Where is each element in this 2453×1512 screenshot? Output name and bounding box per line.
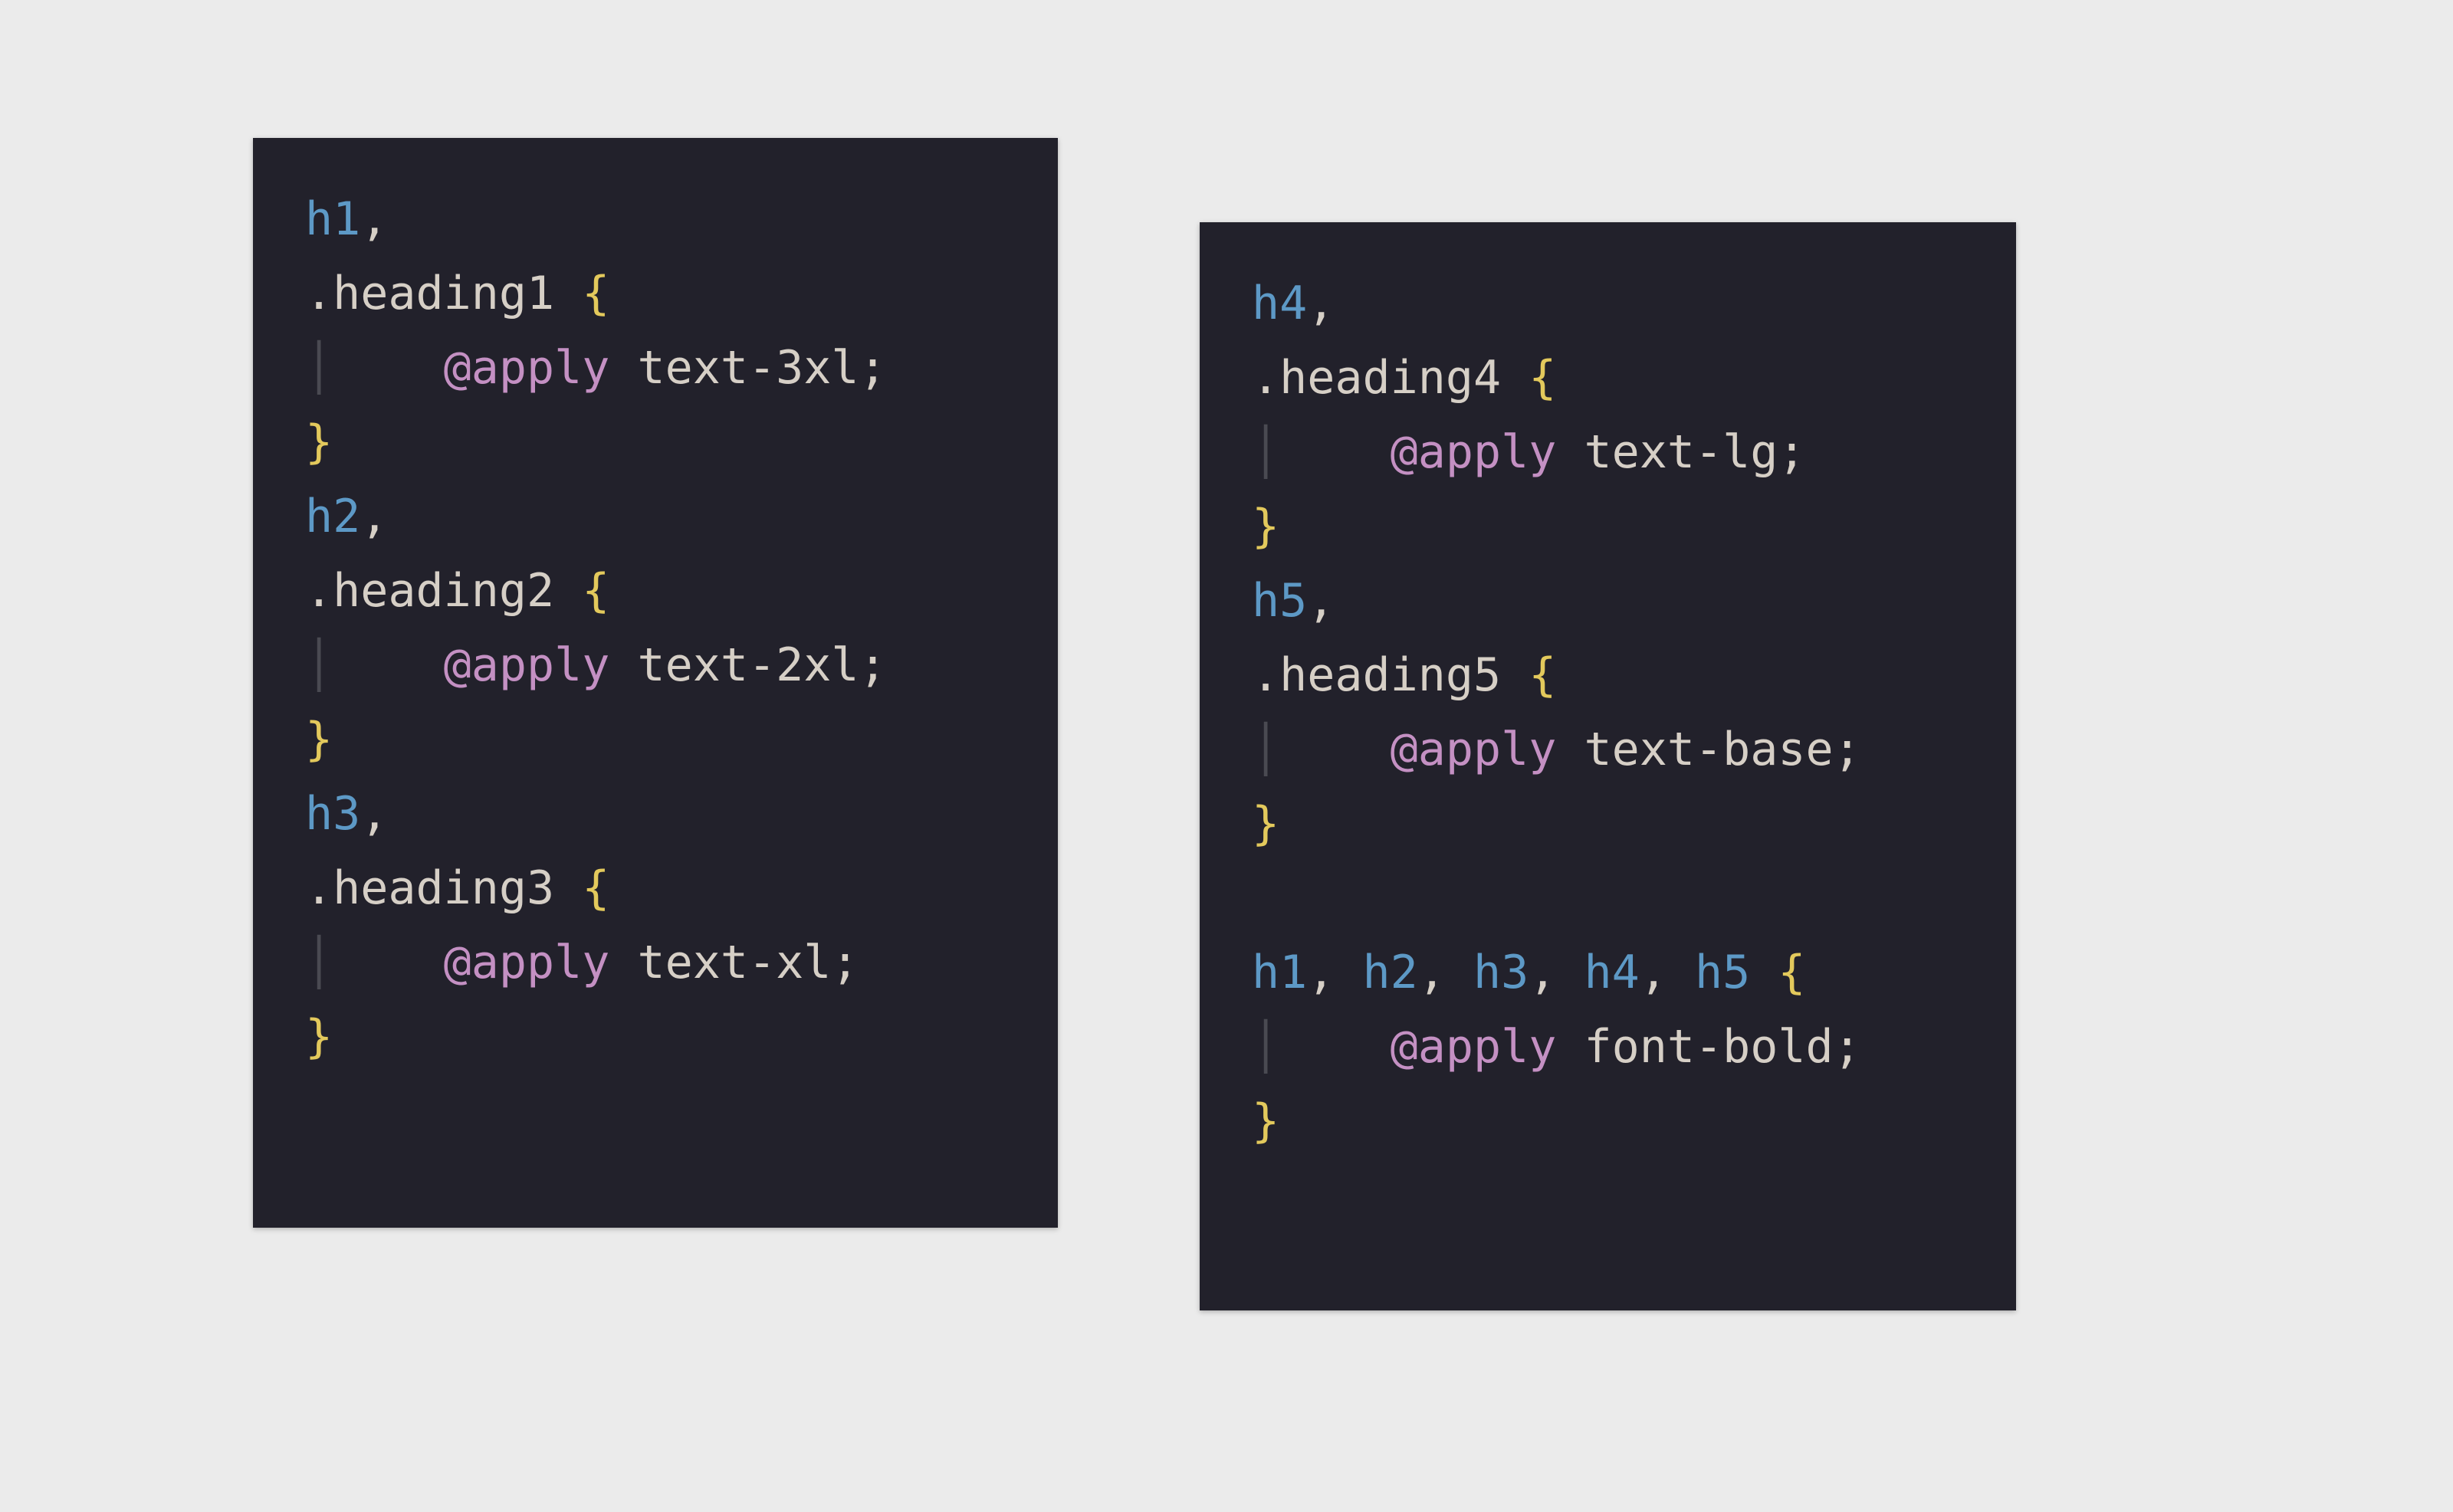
selector-heading5: .heading5 (1252, 648, 1501, 702)
apply-directive: @apply (1279, 425, 1556, 479)
selector-h4: h4 (1252, 277, 1307, 330)
code-right: h4, .heading4 { │ @apply text-lg; } h5, … (1200, 222, 2016, 1203)
utility-text-2xl: text-2xl (609, 638, 859, 692)
comma: , (1418, 946, 1473, 999)
semicolon: ; (859, 341, 886, 395)
brace-close: } (305, 415, 333, 469)
apply-directive: @apply (333, 638, 609, 692)
comma: , (360, 787, 388, 841)
comma: , (360, 490, 388, 543)
brace-open: { (554, 564, 609, 618)
semicolon: ; (1834, 1020, 1861, 1074)
apply-directive: @apply (1279, 1020, 1556, 1074)
brace-close: } (305, 713, 333, 766)
utility-text-base: text-base (1556, 723, 1833, 776)
selector-h5: h5 (1695, 946, 1750, 999)
comma: , (1307, 574, 1335, 628)
selector-h4: h4 (1584, 946, 1640, 999)
comma: , (1307, 277, 1335, 330)
indent-guide: │ (1252, 723, 1279, 776)
brace-open: { (1750, 946, 1805, 999)
apply-directive: @apply (333, 341, 609, 395)
utility-text-3xl: text-3xl (609, 341, 859, 395)
code-block-left: h1, .heading1 { │ @apply text-3xl; } h2,… (253, 138, 1058, 1228)
brace-open: { (1501, 648, 1556, 702)
semicolon: ; (1778, 425, 1805, 479)
semicolon: ; (831, 936, 859, 989)
canvas: h1, .heading1 { │ @apply text-3xl; } h2,… (0, 0, 2453, 1512)
selector-h2: h2 (1363, 946, 1418, 999)
selector-h2: h2 (305, 490, 360, 543)
brace-open: { (1501, 351, 1556, 405)
indent-guide: │ (1252, 425, 1279, 479)
comma: , (1640, 946, 1695, 999)
brace-open: { (554, 861, 609, 915)
utility-text-xl: text-xl (609, 936, 831, 989)
code-block-right: h4, .heading4 { │ @apply text-lg; } h5, … (1200, 222, 2016, 1310)
selector-heading1: .heading1 (305, 267, 554, 320)
selector-heading3: .heading3 (305, 861, 554, 915)
brace-close: } (305, 1010, 333, 1064)
selector-h3: h3 (1473, 946, 1529, 999)
indent-guide: │ (305, 341, 333, 395)
apply-directive: @apply (1279, 723, 1556, 776)
comma: , (1307, 946, 1362, 999)
brace-close: } (1252, 1094, 1279, 1148)
brace-close: } (1252, 797, 1279, 851)
code-left: h1, .heading1 { │ @apply text-3xl; } h2,… (253, 138, 1058, 1119)
utility-text-lg: text-lg (1556, 425, 1778, 479)
selector-h3: h3 (305, 787, 360, 841)
selector-h5: h5 (1252, 574, 1307, 628)
indent-guide: │ (305, 638, 333, 692)
selector-h1: h1 (1252, 946, 1307, 999)
comma: , (360, 192, 388, 246)
selector-heading2: .heading2 (305, 564, 554, 618)
utility-font-bold: font-bold (1556, 1020, 1833, 1074)
selector-h1: h1 (305, 192, 360, 246)
selector-heading4: .heading4 (1252, 351, 1501, 405)
indent-guide: │ (1252, 1020, 1279, 1074)
semicolon: ; (1834, 723, 1861, 776)
apply-directive: @apply (333, 936, 609, 989)
semicolon: ; (859, 638, 886, 692)
indent-guide: │ (305, 936, 333, 989)
comma: , (1529, 946, 1584, 999)
brace-open: { (554, 267, 609, 320)
brace-close: } (1252, 500, 1279, 553)
